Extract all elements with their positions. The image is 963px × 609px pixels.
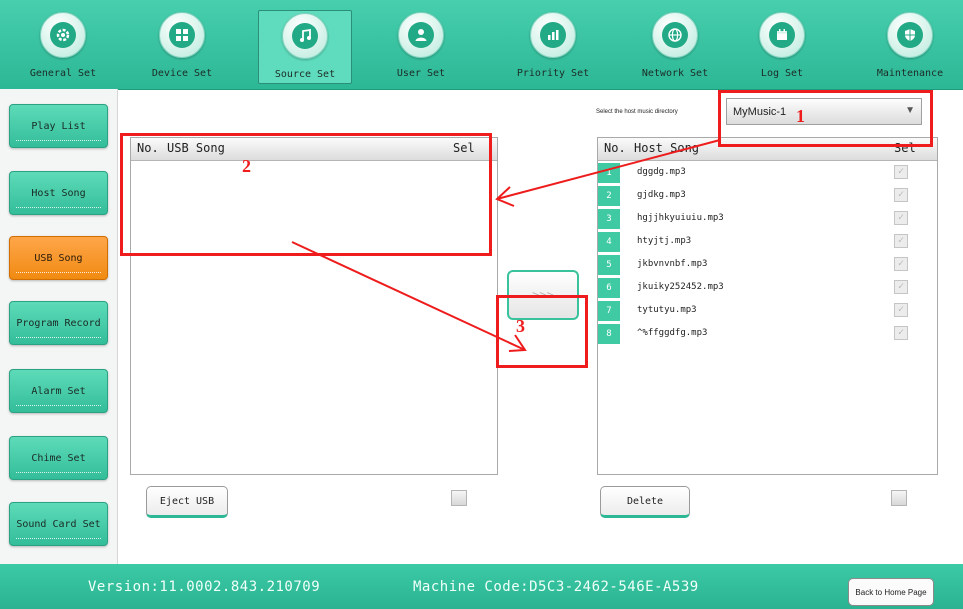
- annotation-arrow-1: [496, 139, 721, 200]
- annotation-arrow-2: [291, 241, 526, 351]
- annotation-arrows: [291, 139, 721, 352]
